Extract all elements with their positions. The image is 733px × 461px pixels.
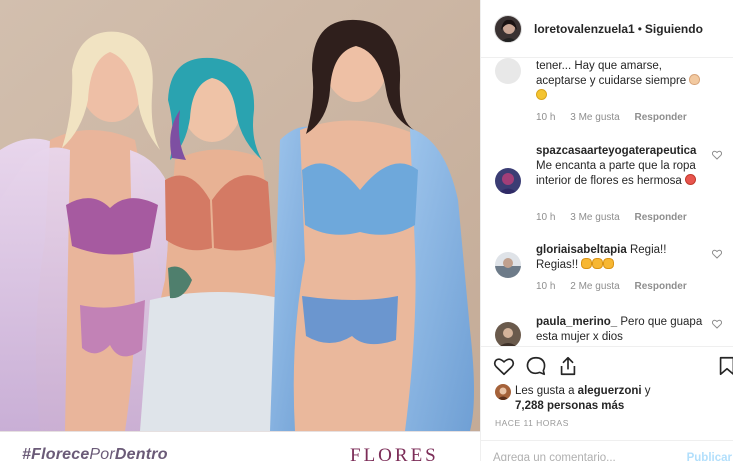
like-comment-heart-icon[interactable] bbox=[712, 249, 722, 259]
comment-meta: 10 h 2 Me gusta Responder bbox=[536, 281, 699, 292]
author-line: loretovalenzuela1 • Siguiendo bbox=[534, 22, 703, 36]
comment-time: 10 h bbox=[536, 281, 556, 292]
add-comment-input[interactable] bbox=[493, 452, 673, 461]
author-avatar[interactable] bbox=[494, 15, 522, 43]
bookmark-icon[interactable] bbox=[716, 355, 733, 377]
post-timestamp[interactable]: HACE 11 HORAS bbox=[495, 418, 569, 428]
commenter-username[interactable]: spazcasaarteyogaterapeutica bbox=[536, 145, 696, 157]
reply-button[interactable]: Responder bbox=[635, 112, 687, 123]
commenter-avatar[interactable] bbox=[495, 252, 521, 278]
liker-username[interactable]: aleguerzoni bbox=[578, 385, 642, 397]
like-comment-heart-icon[interactable] bbox=[712, 319, 722, 329]
commenter-username[interactable]: paula_merino_ bbox=[536, 316, 617, 328]
emoji-icon bbox=[684, 174, 696, 185]
commenter-avatar[interactable] bbox=[495, 58, 521, 84]
comment-meta: 10 h 3 Me gusta Responder bbox=[536, 212, 699, 223]
brand-logo: FLORES bbox=[350, 445, 439, 461]
comment-likes[interactable]: 3 Me gusta bbox=[570, 112, 619, 123]
campaign-hashtag: #FlorecePorDentro bbox=[22, 446, 168, 461]
heart-icon[interactable] bbox=[493, 355, 515, 377]
reply-button[interactable]: Responder bbox=[635, 212, 687, 223]
emoji-icon bbox=[581, 258, 593, 269]
comment-text: spazcasaarteyogaterapeutica Me encanta a… bbox=[536, 145, 697, 187]
comment-likes[interactable]: 2 Me gusta bbox=[570, 281, 619, 292]
publish-button[interactable]: Publicar bbox=[687, 452, 732, 461]
post-actions-bar bbox=[481, 346, 733, 384]
post-header: loretovalenzuela1 • Siguiendo bbox=[481, 0, 733, 58]
post-caption-bar: #FlorecePorDentro FLORES bbox=[0, 431, 480, 461]
instagram-post-view: #FlorecePorDentro FLORES loretovalenzuel… bbox=[0, 0, 733, 461]
post-media[interactable]: #FlorecePorDentro FLORES bbox=[0, 0, 480, 461]
commenter-username[interactable]: gloriaisabeltapia bbox=[536, 244, 627, 256]
commenter-avatar[interactable] bbox=[495, 322, 521, 346]
share-icon[interactable] bbox=[557, 355, 579, 377]
emoji-icon bbox=[603, 258, 615, 269]
comment-time: 10 h bbox=[536, 212, 556, 223]
like-comment-heart-icon[interactable] bbox=[712, 150, 722, 160]
comment-meta: 10 h 3 Me gusta Responder bbox=[536, 112, 699, 123]
likes-text: Les gusta a aleguerzoni y 7,288 personas… bbox=[515, 385, 651, 412]
commenter-avatar[interactable] bbox=[495, 168, 521, 194]
comment-icon[interactable] bbox=[525, 355, 547, 377]
emoji-icon bbox=[536, 89, 547, 100]
emoji-icon bbox=[592, 258, 604, 269]
liker-avatar[interactable] bbox=[495, 384, 511, 400]
comment-text: tener... Hay que amarse, aceptarse y cui… bbox=[536, 59, 708, 104]
header-separator: • bbox=[637, 22, 642, 36]
comments-list[interactable]: tener... Hay que amarse, aceptarse y cui… bbox=[481, 58, 733, 346]
post-photo bbox=[0, 0, 480, 431]
comment-likes[interactable]: 3 Me gusta bbox=[570, 212, 619, 223]
comment-text: paula_merino_ Pero que guapa esta mujer … bbox=[536, 316, 703, 343]
comment-time: 10 h bbox=[536, 112, 556, 123]
author-username[interactable]: loretovalenzuela1 bbox=[534, 22, 635, 36]
reply-button[interactable]: Responder bbox=[635, 281, 687, 292]
likes-count[interactable]: 7,288 personas más bbox=[515, 400, 624, 412]
following-button[interactable]: Siguiendo bbox=[645, 22, 703, 36]
comment-text: gloriaisabeltapia Regia!! Regias!! bbox=[536, 244, 667, 271]
emoji-icon bbox=[689, 74, 701, 85]
add-comment-bar: Publicar bbox=[481, 440, 733, 461]
likes-summary: Les gusta a aleguerzoni y 7,288 personas… bbox=[481, 380, 733, 416]
post-side-panel: loretovalenzuela1 • Siguiendo tener... Hay… bbox=[480, 0, 733, 461]
